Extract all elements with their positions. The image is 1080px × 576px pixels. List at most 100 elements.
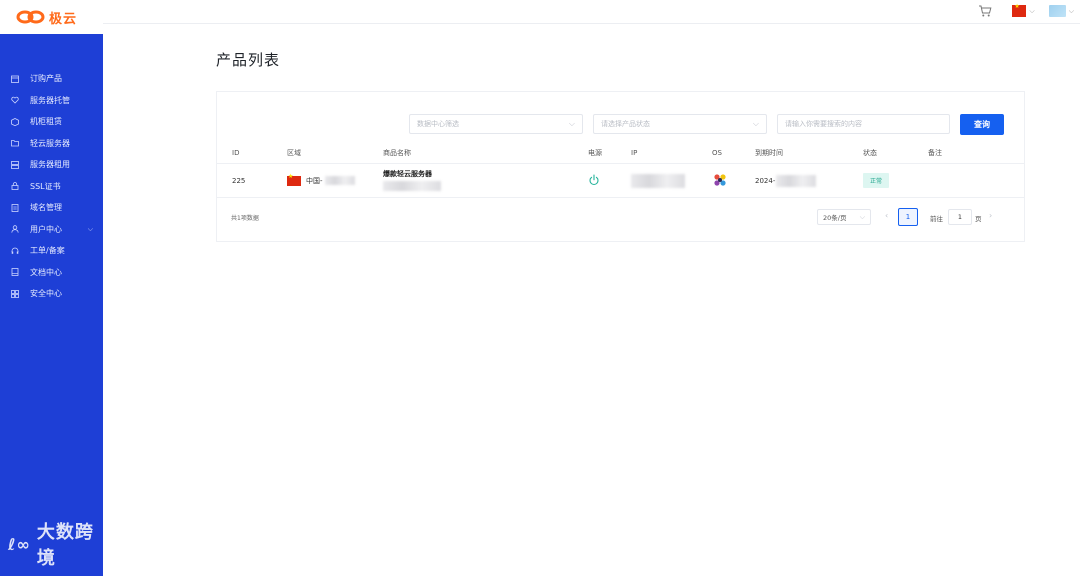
pagination: 共1项数据 20条/页 ⌵ ‹ 1 前往 页 › (217, 208, 1024, 228)
goto-label: 前往 (930, 215, 943, 223)
sidebar-item-security[interactable]: 安全中心 (0, 283, 103, 305)
language-switcher[interactable]: ⌵ (1012, 3, 1035, 17)
document-icon (11, 203, 19, 212)
chevron-down-icon[interactable]: ⌵ (88, 225, 93, 234)
folder-icon (11, 139, 19, 147)
row-expiry-text: 2024- (755, 176, 776, 185)
brand-logo-icon (16, 10, 45, 24)
sidebar-item-user-center[interactable]: 用户中心 ⌵ (0, 219, 103, 241)
china-flag-icon (287, 173, 301, 186)
sidebar-item-label: SSL证书 (30, 181, 61, 191)
chevron-down-icon: ⌵ (752, 119, 759, 128)
sidebar-item-label: 域名管理 (30, 203, 62, 213)
datacenter-select[interactable]: 数据中心筛选 ⌵ (409, 114, 583, 134)
row-os (712, 172, 728, 190)
header-status: 状态 (863, 148, 877, 157)
filter-bar: 数据中心筛选 ⌵ 请选择产品状态 ⌵ (409, 114, 950, 134)
prev-page-icon[interactable]: ‹ (885, 211, 888, 220)
cart-icon[interactable] (978, 4, 992, 18)
search-input[interactable] (777, 114, 950, 134)
row-product-name: 爆款轻云服务器 (383, 170, 432, 178)
sidebar-item-hosting[interactable]: 服务器托管 (0, 90, 103, 112)
goto-unit: 页 (975, 215, 982, 223)
lock-icon (11, 182, 19, 191)
sidebar-nav: 订购产品 服务器托管 机柜租赁 轻云服务器 服务器租用 SSL证书 域名管理 用… (0, 68, 103, 305)
header-region: 区域 (287, 148, 301, 157)
row-power[interactable] (588, 173, 600, 188)
book-icon (11, 268, 19, 277)
page-title: 产品列表 (216, 51, 281, 69)
watermark: ℓ∞ 大数跨境 (8, 518, 103, 570)
grid-icon (11, 289, 19, 298)
datacenter-select-placeholder: 数据中心筛选 (417, 120, 459, 128)
query-button[interactable]: 查询 (960, 114, 1004, 135)
avatar-icon (1048, 5, 1066, 17)
sidebar-item-label: 工单/备案 (30, 246, 65, 256)
watermark-logo-icon: ℓ∞ (8, 534, 31, 554)
calendar-icon (11, 75, 19, 83)
header-note: 备注 (928, 148, 942, 157)
user-icon (11, 225, 19, 233)
cube-icon (11, 117, 19, 126)
heart-icon (11, 96, 19, 104)
power-icon[interactable] (588, 173, 600, 186)
page-size-value: 20条/页 (823, 214, 847, 222)
sidebar-item-label: 订购产品 (30, 74, 62, 84)
status-badge: 正常 (863, 173, 890, 188)
sidebar-item-label: 安全中心 (30, 289, 62, 299)
redacted-text (776, 174, 817, 187)
header-os: OS (712, 148, 722, 157)
sidebar-item-domain[interactable]: 域名管理 (0, 197, 103, 219)
row-id: 225 (232, 176, 246, 185)
total-count: 共1项数据 (231, 215, 259, 222)
row-status: 正常 (863, 173, 890, 188)
row-region-text: 中国- (306, 176, 323, 185)
sidebar-item-cabinet[interactable]: 机柜租赁 (0, 111, 103, 133)
sidebar-item-light-cloud[interactable]: 轻云服务器 (0, 133, 103, 155)
topbar: ⌵ ⌵ (103, 0, 1080, 24)
row-ip (631, 173, 685, 188)
redacted-text (324, 176, 355, 185)
watermark-text: 大数跨境 (36, 522, 94, 569)
status-select[interactable]: 请选择产品状态 ⌵ (593, 114, 767, 134)
china-flag-icon (1012, 3, 1027, 17)
sidebar-item-tickets[interactable]: 工单/备案 (0, 240, 103, 262)
table-row[interactable]: 225 中国- 爆款轻云服务器 (217, 164, 1024, 198)
sidebar-item-ssl[interactable]: SSL证书 (0, 176, 103, 198)
product-list-card: 数据中心筛选 ⌵ 请选择产品状态 ⌵ 查询 ID 区域 商品名称 电源 IP O… (216, 91, 1025, 242)
header-name: 商品名称 (383, 148, 411, 157)
header-ip: IP (631, 148, 638, 157)
chevron-down-icon: ⌵ (859, 212, 865, 221)
user-menu[interactable]: ⌵ (1048, 5, 1074, 17)
brand[interactable]: 极云 (0, 0, 103, 34)
chevron-down-icon: ⌵ (1068, 6, 1074, 15)
row-expiry: 2024- (755, 174, 817, 187)
server-icon (11, 160, 19, 169)
page-size-select[interactable]: 20条/页 ⌵ (817, 209, 871, 225)
sidebar-item-docs[interactable]: 文档中心 (0, 262, 103, 284)
status-select-placeholder: 请选择产品状态 (601, 120, 650, 128)
topbar-actions: ⌵ ⌵ (978, 3, 1074, 18)
product-table: ID 区域 商品名称 电源 IP OS 到期时间 状态 备注 225 中国- 爆… (217, 142, 1024, 198)
chevron-down-icon: ⌵ (1029, 6, 1035, 15)
header-power: 电源 (588, 148, 602, 157)
next-page-icon[interactable]: › (989, 211, 992, 220)
header-id: ID (232, 148, 240, 157)
chevron-down-icon: ⌵ (568, 119, 575, 128)
sidebar-item-label: 服务器托管 (30, 95, 70, 105)
row-region: 中国- (287, 173, 355, 186)
redacted-ip (631, 173, 685, 188)
redacted-text (383, 181, 441, 191)
sidebar-item-order[interactable]: 订购产品 (0, 68, 103, 90)
sidebar-item-label: 轻云服务器 (30, 138, 70, 148)
page-number[interactable]: 1 (898, 208, 918, 226)
sidebar-item-label: 服务器租用 (30, 160, 70, 170)
row-name[interactable]: 爆款轻云服务器 (383, 169, 441, 191)
goto-page-input[interactable] (948, 209, 972, 225)
sidebar-item-server-rental[interactable]: 服务器租用 (0, 154, 103, 176)
headset-icon (11, 247, 19, 255)
brand-name: 极云 (49, 11, 78, 27)
sidebar-item-label: 用户中心 (30, 224, 62, 234)
sidebar-item-label: 文档中心 (30, 267, 62, 277)
os-logo-icon (714, 173, 726, 186)
